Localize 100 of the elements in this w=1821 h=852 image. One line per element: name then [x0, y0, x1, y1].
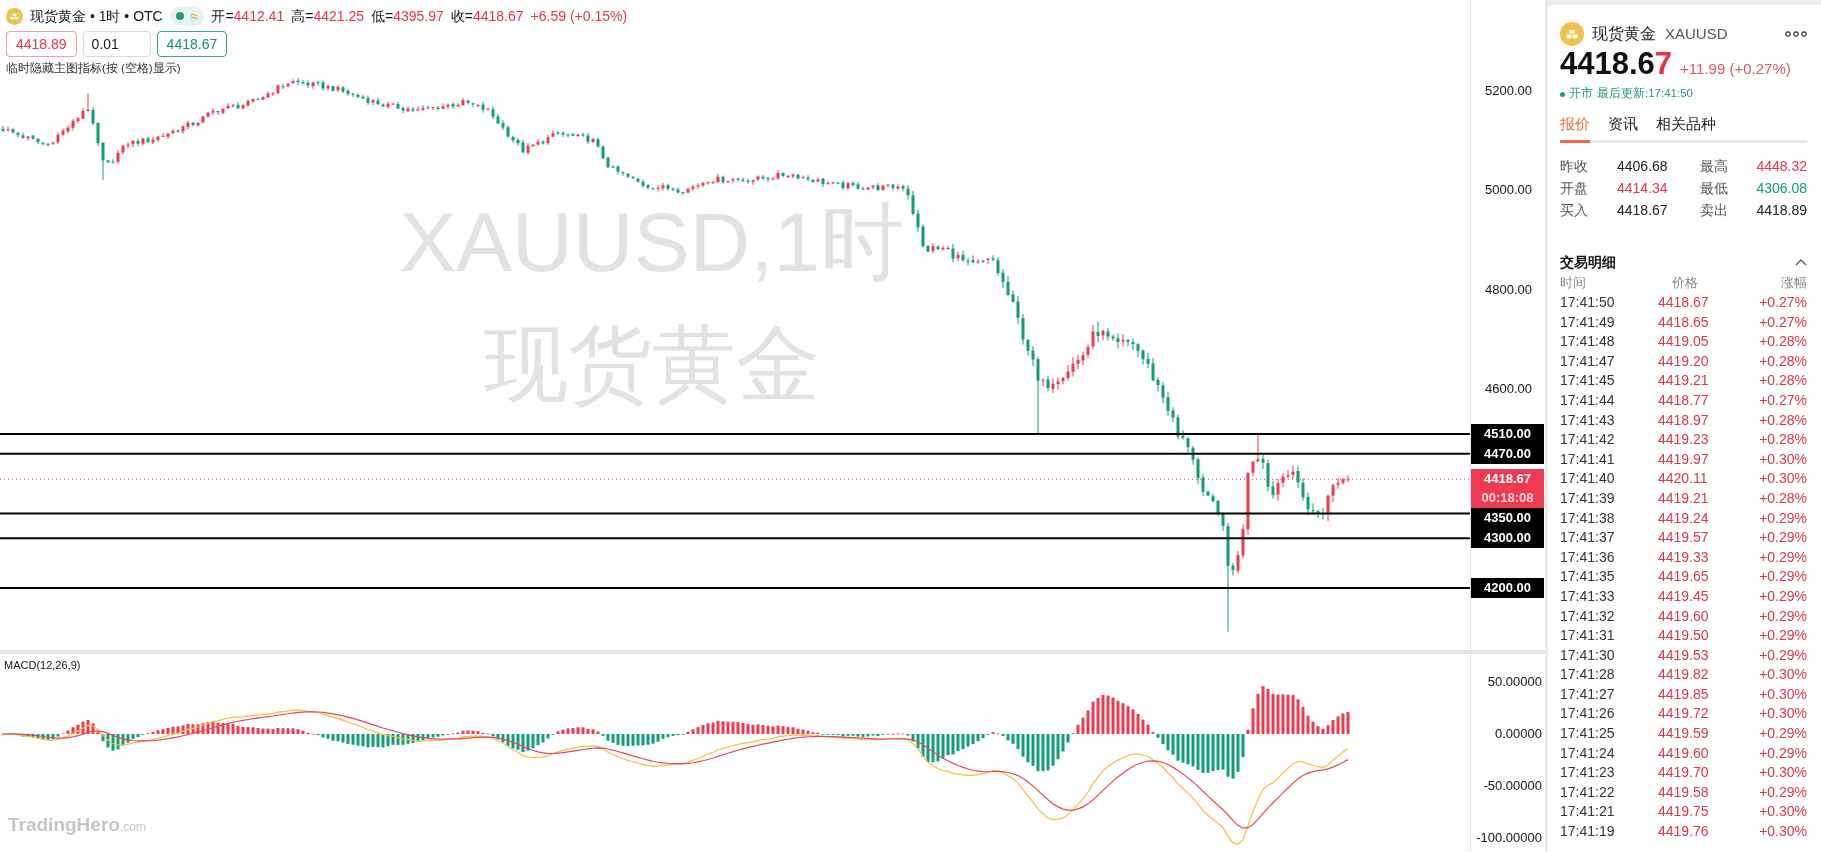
trade-price: 4419.21	[1658, 371, 1710, 391]
trade-time: 17:41:27	[1560, 684, 1616, 704]
trade-change: +0.30%	[1759, 684, 1807, 704]
panel-tab[interactable]: 相关品种	[1656, 108, 1716, 143]
trade-price: 4420.11	[1658, 469, 1709, 489]
trade-price: 4419.70	[1658, 763, 1710, 783]
trade-price: 4418.65	[1658, 312, 1710, 332]
buy-price-button[interactable]: 4418.67	[156, 31, 228, 57]
stat-label: 开盘	[1560, 179, 1589, 198]
ohlc-reading: 低=4395.97	[371, 7, 444, 26]
trade-price: 4418.67	[1658, 293, 1710, 312]
axis-label: 4800.00	[1485, 281, 1532, 298]
price-level-tag: 4470.00	[1471, 443, 1544, 464]
trade-time: 17:41:36	[1560, 547, 1616, 567]
stat-value: 4418.67	[1617, 201, 1669, 220]
trade-price: 4419.72	[1658, 704, 1710, 724]
trade-time: 17:41:19	[1560, 822, 1616, 842]
stat-label: 最高	[1700, 157, 1729, 176]
trade-time: 17:41:26	[1560, 704, 1616, 724]
ohlc-reading: 高=4421.25	[291, 7, 364, 26]
stat-value: 4406.68	[1617, 157, 1669, 176]
quantity-field[interactable]: 0.01	[82, 31, 151, 57]
brand-logo: TradingHero.com	[8, 814, 146, 837]
ingot-icon	[6, 7, 23, 25]
column-header: 价格	[1671, 274, 1699, 292]
trade-change: +0.29%	[1759, 547, 1807, 567]
trade-price: 4419.75	[1658, 802, 1710, 822]
trade-time: 17:41:23	[1560, 763, 1616, 783]
trade-change: +0.29%	[1759, 567, 1807, 587]
trade-price: 4419.05	[1658, 332, 1710, 352]
price-level-tag: 4510.00	[1471, 423, 1544, 444]
axis-label: 50.00000	[1487, 674, 1542, 690]
trade-price: 4419.33	[1658, 547, 1710, 567]
status-dot-icon	[175, 12, 184, 20]
countdown-timer: 00:18:08	[1481, 489, 1534, 508]
trade-change: +0.29%	[1759, 528, 1807, 548]
axis-label: -100.00000	[1476, 830, 1542, 846]
trade-time: 17:41:38	[1560, 508, 1616, 528]
trade-time: 17:41:22	[1560, 782, 1616, 802]
indicator-title: MACD(12,26,9)	[4, 658, 81, 672]
trade-time: 17:41:40	[1560, 469, 1616, 489]
trade-time: 17:41:32	[1560, 606, 1616, 626]
trade-price: 4419.97	[1658, 449, 1710, 469]
trade-change: +0.30%	[1759, 704, 1807, 724]
trade-change: +0.29%	[1759, 743, 1807, 763]
current-price-value: 4418.67	[1484, 470, 1531, 489]
stat-value: 4448.32	[1756, 157, 1807, 176]
ingot-icon	[1560, 22, 1584, 46]
trade-price: 4419.59	[1658, 724, 1710, 744]
trade-time: 17:41:48	[1560, 332, 1616, 352]
trade-change: +0.29%	[1759, 508, 1807, 528]
trade-change: +0.27%	[1759, 390, 1807, 410]
trade-change: +0.29%	[1759, 606, 1807, 626]
trade-time: 17:41:35	[1560, 567, 1616, 587]
trade-price: 4419.85	[1658, 684, 1710, 704]
axis-label: 4600.00	[1485, 381, 1532, 398]
column-header: 涨幅	[1781, 274, 1807, 292]
trade-price: 4418.97	[1658, 410, 1710, 430]
trade-change: +0.28%	[1759, 410, 1807, 430]
chart-title: 现货黄金 • 1时 • OTC	[30, 7, 163, 26]
price-change: +6.59 (+0.15%)	[530, 7, 628, 26]
sell-price-button[interactable]: 4418.89	[6, 31, 77, 57]
trade-price: 4419.53	[1658, 645, 1710, 665]
trade-time: 17:41:41	[1560, 449, 1616, 469]
trade-change: +0.30%	[1759, 665, 1807, 685]
more-icon[interactable]	[1785, 31, 1807, 37]
price-level-tag: 4300.00	[1471, 528, 1544, 549]
price-level-tag: 4200.00	[1471, 578, 1544, 598]
ohlc-reading: 开=4412.41	[211, 7, 285, 26]
trade-time: 17:41:30	[1560, 645, 1616, 665]
stat-label: 卖出	[1700, 201, 1729, 220]
trade-change: +0.29%	[1759, 724, 1807, 744]
trade-time: 17:41:24	[1560, 743, 1616, 763]
trade-time: 17:41:28	[1560, 665, 1616, 685]
trade-change: +0.29%	[1759, 782, 1807, 802]
trade-change: +0.30%	[1759, 822, 1807, 842]
indicator-hint: 临时隐藏主图指标(按 (空格)显示)	[6, 61, 181, 76]
status-dot-icon	[1560, 91, 1565, 97]
chevron-up-icon[interactable]	[1795, 258, 1807, 266]
trade-time: 17:41:45	[1560, 371, 1616, 391]
panel-tab[interactable]: 资讯	[1608, 108, 1638, 143]
trade-change: +0.29%	[1759, 586, 1807, 606]
stat-label: 买入	[1560, 201, 1589, 220]
column-header: 时间	[1560, 274, 1587, 292]
trade-change: +0.29%	[1759, 626, 1807, 646]
trade-time: 17:41:47	[1560, 351, 1616, 371]
trade-time: 17:41:39	[1560, 488, 1616, 508]
trade-price: 4419.76	[1658, 822, 1710, 842]
trade-time: 17:41:31	[1560, 626, 1616, 646]
stat-label: 最低	[1700, 179, 1729, 198]
trade-price: 4419.24	[1658, 508, 1710, 528]
stat-value: 4418.89	[1756, 201, 1807, 220]
stat-value: 4306.08	[1756, 179, 1807, 198]
stat-label: 昨收	[1560, 157, 1589, 176]
trade-change: +0.29%	[1759, 645, 1807, 665]
trade-change: +0.30%	[1759, 469, 1807, 489]
trade-time: 17:41:37	[1560, 528, 1616, 548]
trade-change: +0.28%	[1759, 371, 1807, 391]
section-title: 交易明细	[1560, 252, 1616, 272]
trade-price: 4419.60	[1658, 743, 1710, 763]
